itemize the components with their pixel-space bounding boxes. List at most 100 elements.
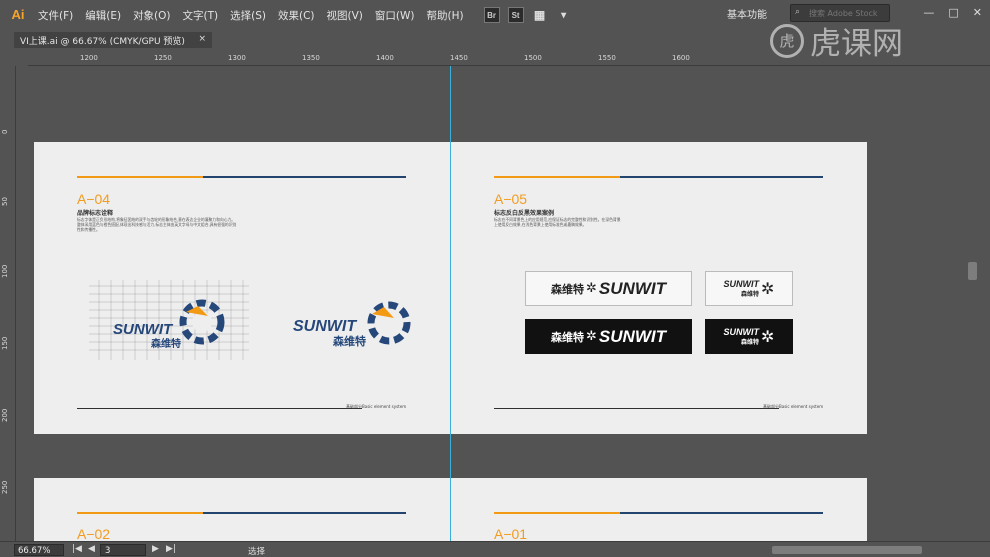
gear-icon: ✲	[761, 279, 775, 298]
logo-wordmark: SUNWIT 森维特	[293, 318, 366, 349]
logo-demo-light-large: 森维特 ✲ SUNWIT	[525, 271, 692, 306]
artboard-a01[interactable]: A−01	[451, 478, 867, 542]
demo-english: SUNWIT	[723, 279, 760, 289]
orange-divider	[494, 512, 620, 514]
artboard-a04[interactable]: A−04 品牌标志诠释 标志字体是正负形结构,将象征团结的双手与齿轮的形象结合,…	[34, 142, 451, 434]
menu-effect[interactable]: 效果(C)	[278, 8, 315, 23]
menu-view[interactable]: 视图(V)	[327, 8, 363, 23]
section-number: A−04	[77, 191, 111, 207]
horizontal-ruler[interactable]: 1200 1250 1300 1350 1400 1450 1500 1550 1600	[28, 50, 990, 66]
arrange-documents-icon[interactable]: ▦	[532, 7, 548, 23]
canvas[interactable]: A−04 品牌标志诠释 标志字体是正负形结构,将象征团结的双手与齿轮的形象结合,…	[16, 66, 962, 542]
document-tab[interactable]: VI上课.ai @ 66.67% (CMYK/GPU 预览) ×	[14, 32, 212, 48]
ruler-tick-label: 1200	[80, 54, 98, 62]
search-placeholder: 搜索 Adobe Stock	[809, 9, 878, 18]
illustrator-logo: Ai	[11, 7, 25, 22]
menu-help[interactable]: 帮助(H)	[427, 8, 464, 23]
minimize-button[interactable]: —	[923, 6, 934, 19]
section-title: 标志反白反黑效果案例	[494, 210, 555, 217]
last-artboard-icon[interactable]: ▶|	[166, 544, 176, 554]
section-number: A−05	[494, 191, 528, 207]
section-number: A−01	[494, 526, 528, 542]
next-artboard-icon[interactable]: ▶	[152, 544, 159, 554]
demo-chinese: 森维特	[741, 291, 760, 298]
footer-text: 基础部分Basic element system	[346, 404, 407, 409]
ruler-tick-label: 1500	[524, 54, 542, 62]
ruler-tick-label: 50	[1, 197, 9, 206]
blue-divider	[203, 176, 406, 178]
close-button[interactable]: ✕	[973, 6, 982, 19]
ruler-tick-label: 1400	[376, 54, 394, 62]
menu-file[interactable]: 文件(F)	[38, 8, 73, 23]
grid-logo-wordmark: SUNWIT 森维特	[113, 321, 181, 350]
zoom-level-field[interactable]: 66.67%	[14, 544, 64, 556]
vertical-scroll-thumb[interactable]	[968, 262, 977, 280]
ruler-tick-label: 1600	[672, 54, 690, 62]
demo-english: SUNWIT	[598, 326, 666, 346]
ruler-tick-label: 0	[1, 129, 9, 134]
footer-line	[494, 408, 779, 409]
footer-line	[77, 408, 362, 409]
previous-artboard-icon[interactable]: ◀	[88, 544, 95, 554]
menu-object[interactable]: 对象(O)	[133, 8, 170, 23]
section-description: 标志字体是正负形结构,将象征团结的双手与齿轮的形象结合,意在表达企业的凝聚力和向…	[77, 217, 237, 232]
artboard-a02[interactable]: A−02	[34, 478, 451, 542]
horizontal-scrollbar[interactable]	[352, 545, 952, 555]
demo-chinese: 森维特	[741, 339, 760, 346]
ruler-tick-label: 200	[1, 408, 9, 422]
illustrator-window: Ai 文件(F) 编辑(E) 对象(O) 文字(T) 选择(S) 效果(C) 视…	[0, 0, 990, 557]
blue-divider	[203, 512, 406, 514]
section-number: A−02	[77, 526, 111, 542]
close-tab-icon[interactable]: ×	[198, 34, 206, 44]
ruler-tick-label: 1350	[302, 54, 320, 62]
section-description: 标志在不同背景色上的应用规范,应保证标志的完整性和识别性。在深色背景上使用反白效…	[494, 217, 621, 227]
vertical-scrollbar[interactable]	[962, 66, 990, 542]
adobe-stock-search-input[interactable]: ⌕ 搜索 Adobe Stock	[790, 4, 890, 22]
chevron-down-icon[interactable]: ▾	[556, 7, 572, 23]
workspace-switcher[interactable]: 基本功能	[727, 6, 767, 21]
window-controls: — □ ✕	[923, 6, 982, 19]
search-icon: ⌕	[795, 7, 801, 17]
vertical-guide[interactable]	[450, 66, 451, 542]
section-title: 品牌标志诠释	[77, 210, 114, 217]
gear-icon: ✲	[761, 327, 775, 346]
bridge-icon[interactable]: Br	[483, 7, 500, 23]
document-tab-label: VI上课.ai @ 66.67% (CMYK/GPU 预览)	[20, 37, 185, 47]
menu-select[interactable]: 选择(S)	[230, 8, 266, 23]
vertical-ruler[interactable]: 0 50 100 150 200 250	[0, 66, 16, 542]
ruler-tick-label: 1300	[228, 54, 246, 62]
blue-divider	[620, 176, 823, 178]
menu-type[interactable]: 文字(T)	[183, 8, 219, 23]
menu-bar: Ai 文件(F) 编辑(E) 对象(O) 文字(T) 选择(S) 效果(C) 视…	[0, 0, 990, 30]
ruler-tick-label: 150	[1, 336, 9, 350]
demo-chinese: 森维特	[551, 282, 585, 296]
first-artboard-icon[interactable]: |◀	[72, 544, 82, 554]
artboard-a05[interactable]: A−05 标志反白反黑效果案例 标志在不同背景色上的应用规范,应保证标志的完整性…	[451, 142, 867, 434]
gear-icon: ✲	[586, 329, 597, 344]
orange-divider	[494, 176, 620, 178]
ruler-tick-label: 1250	[154, 54, 172, 62]
stock-icon[interactable]: St	[507, 7, 524, 23]
current-tool-status: 选择	[248, 547, 266, 557]
artboard-number-field[interactable]: 3	[100, 544, 146, 556]
horizontal-scroll-thumb[interactable]	[772, 546, 922, 554]
menu-window[interactable]: 窗口(W)	[375, 8, 415, 23]
ruler-tick-label: 1550	[598, 54, 616, 62]
orange-divider	[77, 176, 203, 178]
ruler-tick-label: 250	[1, 480, 9, 494]
demo-english: SUNWIT	[723, 327, 760, 337]
logo-demo-dark-small: SUNWIT 森维特 ✲	[705, 319, 793, 354]
document-tab-bar: VI上课.ai @ 66.67% (CMYK/GPU 预览) ×	[0, 30, 990, 48]
logo-demo-light-small: SUNWIT 森维特 ✲	[705, 271, 793, 306]
blue-divider	[620, 512, 823, 514]
status-bar: 66.67% |◀ ◀ 3 ▶ ▶| 选择	[0, 541, 990, 557]
gear-icon: ✲	[586, 281, 597, 296]
maximize-button[interactable]: □	[948, 6, 958, 19]
menu-edit[interactable]: 编辑(E)	[85, 8, 121, 23]
ruler-tick-label: 100	[1, 264, 9, 278]
demo-chinese: 森维特	[551, 330, 585, 344]
orange-divider	[77, 512, 203, 514]
ruler-tick-label: 1450	[450, 54, 468, 62]
logo-gear-mark	[367, 301, 411, 345]
logo-chinese: 森维特	[333, 335, 366, 348]
